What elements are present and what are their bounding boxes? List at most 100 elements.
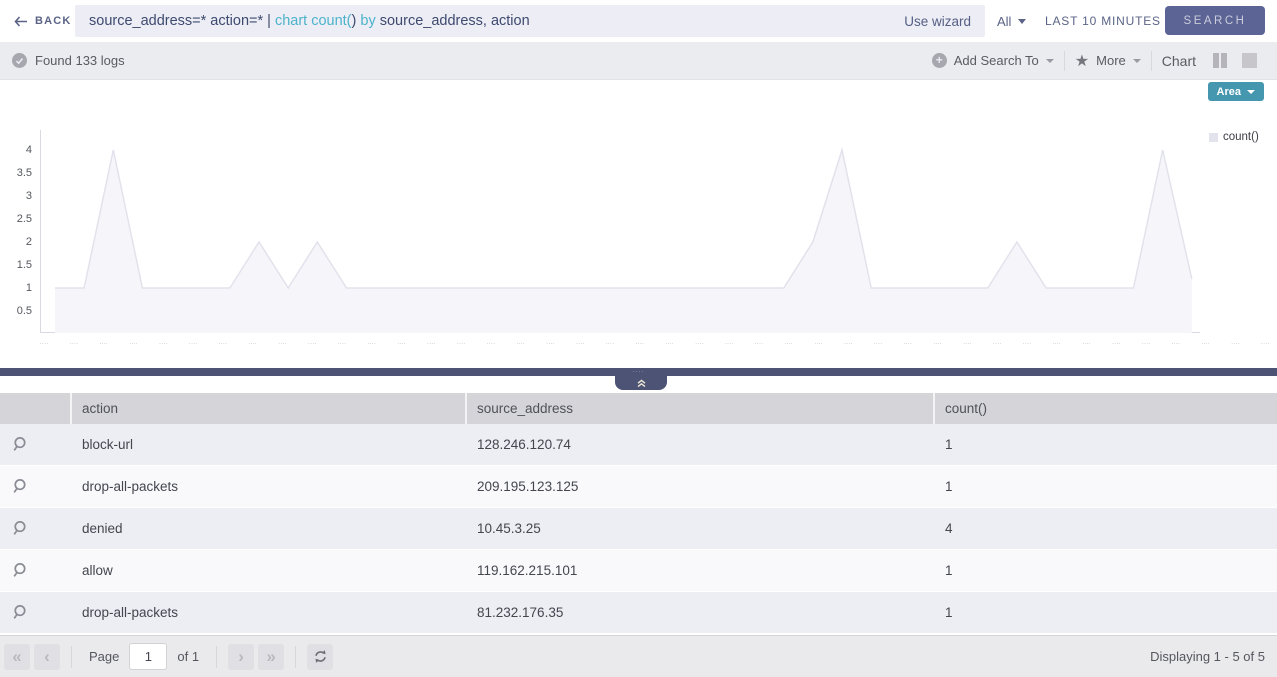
table-body: block-url128.246.120.741drop-all-packets…: [0, 424, 1277, 634]
table-row: drop-all-packets81.232.176.351: [0, 592, 1277, 634]
chart-label: Chart: [1162, 53, 1196, 69]
column-header-action[interactable]: action: [72, 393, 467, 424]
pager-controls: « ‹ Page of 1 › »: [4, 636, 333, 677]
more-button[interactable]: ★ More: [1065, 53, 1151, 69]
y-axis-tick-label: 3.5: [0, 166, 32, 180]
table-row: denied10.45.3.254: [0, 508, 1277, 550]
x-axis-tick-label: ····: [1023, 340, 1032, 348]
x-axis-tick-label: ····: [1172, 340, 1181, 348]
scope-value: All: [997, 14, 1011, 29]
chart-type-value: Area: [1217, 86, 1241, 98]
search-button[interactable]: SEARCH: [1165, 6, 1265, 35]
y-axis-labels: 43.532.521.510.5: [0, 80, 32, 368]
search-icon[interactable]: [8, 560, 30, 582]
x-axis-tick-label: ····: [1082, 340, 1091, 348]
area-chart-plot: [40, 130, 1200, 334]
cell-count: 1: [935, 592, 1277, 633]
column-header-source-address[interactable]: source_address: [467, 393, 935, 424]
chevron-down-icon: [1247, 90, 1255, 94]
cell-action: denied: [72, 508, 467, 549]
top-bar: BACK source_address=* action=* | chart c…: [0, 0, 1277, 42]
query-text: source_address=* action=* | chart count(…: [89, 13, 892, 29]
legend-swatch: [1209, 133, 1218, 142]
table-row: allow119.162.215.1011: [0, 550, 1277, 592]
row-actions-cell: [0, 550, 72, 591]
x-axis-tick-label: ····: [665, 340, 674, 348]
toolbar-actions: + Add Search To ★ More Chart: [922, 42, 1267, 79]
x-axis-tick-label: ····: [159, 340, 168, 348]
divider-grip-dots: ····: [0, 368, 1277, 376]
x-axis-tick-label: ····: [40, 340, 49, 348]
displaying-count-text: Displaying 1 - 5 of 5: [1150, 636, 1265, 677]
x-axis-tick-label: ····: [933, 340, 942, 348]
table-row: block-url128.246.120.741: [0, 424, 1277, 466]
x-axis-tick-label: ····: [1261, 340, 1270, 348]
x-axis-tick-label: ····: [517, 340, 526, 348]
x-axis-tick-label: ····: [100, 340, 109, 348]
cell-count: 1: [935, 550, 1277, 591]
time-range-dropdown[interactable]: LAST 10 MINUTES: [1045, 0, 1176, 42]
chart-legend: count(): [1209, 131, 1259, 143]
cell-count: 1: [935, 466, 1277, 507]
use-wizard-link[interactable]: Use wizard: [904, 14, 971, 29]
search-icon[interactable]: [8, 476, 30, 498]
log-search-app: BACK source_address=* action=* | chart c…: [0, 0, 1277, 677]
search-icon[interactable]: [8, 518, 30, 540]
page-label: Page: [89, 649, 119, 664]
cell-action: drop-all-packets: [72, 466, 467, 507]
chevron-up-icon: [636, 379, 647, 388]
row-actions-cell: [0, 424, 72, 465]
x-axis-tick-label: ····: [546, 340, 555, 348]
chevron-down-icon: [1133, 59, 1141, 63]
page-input[interactable]: [129, 643, 167, 670]
time-range-value: LAST 10 MINUTES: [1045, 14, 1161, 28]
x-axis-tick-label: ····: [427, 340, 436, 348]
x-axis-tick-label: ····: [755, 340, 764, 348]
y-axis-tick-label: 3: [0, 189, 32, 203]
x-axis-tick-label: ····: [278, 340, 287, 348]
pager-divider: [71, 646, 72, 668]
collapse-chart-handle[interactable]: [615, 376, 667, 390]
x-axis-tick-label: ····: [129, 340, 138, 348]
x-axis-tick-label: ····: [814, 340, 823, 348]
next-page-button[interactable]: ›: [228, 644, 254, 670]
x-axis-tick-label: ····: [725, 340, 734, 348]
search-icon[interactable]: [8, 434, 30, 456]
prev-page-button[interactable]: ‹: [34, 644, 60, 670]
chart-type-dropdown[interactable]: Area: [1208, 82, 1264, 101]
x-axis-tick-label: ····: [487, 340, 496, 348]
star-icon: ★: [1075, 53, 1089, 69]
x-axis-tick-label: ····: [1053, 340, 1062, 348]
x-axis-tick-label: ····: [308, 340, 317, 348]
check-circle-icon: [12, 53, 27, 68]
y-axis-tick-label: 0.5: [0, 304, 32, 318]
column-header-count[interactable]: count(): [935, 393, 1277, 424]
row-actions-cell: [0, 592, 72, 633]
x-axis-tick-label: ····: [248, 340, 257, 348]
chart-section: Area count() 43.532.521.510.5 ··········…: [0, 80, 1277, 368]
x-axis-tick-label: ····: [844, 340, 853, 348]
x-axis-tick-label: ····: [457, 340, 466, 348]
first-page-button[interactable]: «: [4, 644, 30, 670]
x-axis-tick-label: ····: [70, 340, 79, 348]
back-button[interactable]: BACK: [14, 0, 72, 42]
pager-divider: [216, 646, 217, 668]
y-axis-tick-label: 1.5: [0, 258, 32, 272]
table-row: drop-all-packets209.195.123.1251: [0, 466, 1277, 508]
split-view-icon[interactable]: [1213, 53, 1227, 68]
results-toolbar: Found 133 logs + Add Search To ★ More Ch…: [0, 42, 1277, 80]
y-axis-tick-label: 1: [0, 281, 32, 295]
cell-source-address: 209.195.123.125: [467, 466, 935, 507]
full-view-icon[interactable]: [1242, 53, 1257, 68]
x-axis-tick-label: ····: [904, 340, 913, 348]
search-input[interactable]: source_address=* action=* | chart count(…: [75, 5, 985, 37]
search-icon[interactable]: [8, 602, 30, 624]
scope-dropdown[interactable]: All: [997, 0, 1026, 42]
add-search-to-button[interactable]: + Add Search To: [922, 53, 1064, 68]
cell-source-address: 119.162.215.101: [467, 550, 935, 591]
chevron-down-icon: [1018, 19, 1026, 24]
last-page-button[interactable]: »: [258, 644, 284, 670]
chart-view-controls: Chart: [1152, 53, 1267, 69]
refresh-button[interactable]: [307, 644, 333, 670]
plus-circle-icon: +: [932, 53, 947, 68]
